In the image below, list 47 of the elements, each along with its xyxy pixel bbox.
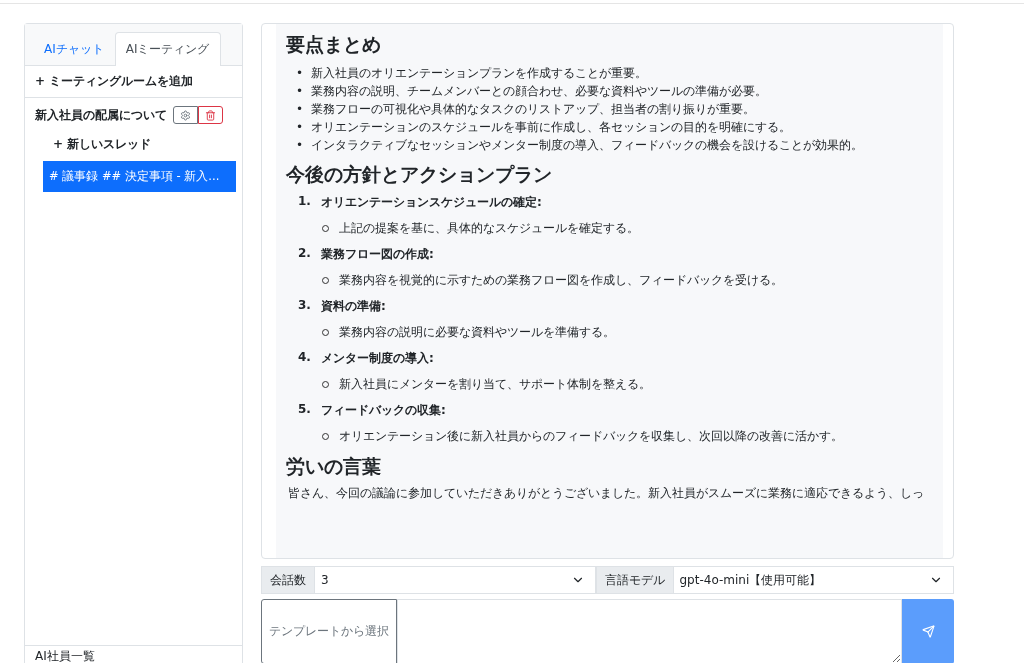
model-label: 言語モデル [595,566,674,594]
section-heading: 労いの言葉 [286,454,382,479]
sidebar-tab[interactable]: AIミーティング [114,32,221,66]
send-icon [921,625,935,638]
room-name[interactable]: 新入社員の配属について [35,106,167,124]
new-thread-link[interactable]: + 新しいスレッド [25,130,242,159]
bullet-icon: • [296,82,304,100]
list-number: 4. [298,350,311,366]
action-title: 業務フロー図の作成: [320,246,434,263]
list-number: 1. [298,194,311,210]
settings-button[interactable] [173,106,198,124]
bullet-item: オリエンテーションのスケジュールを事前に作成し、各セッションの目的を明確にする。 [311,119,792,136]
bullet-icon: • [296,100,304,118]
turns-select[interactable]: 3 [315,566,596,594]
action-title: メンター制度の導入: [320,350,434,367]
action-title: オリエンテーションスケジュールの確定: [320,194,542,211]
settings-icon [180,109,191,121]
action-title: 資料の準備: [320,298,386,315]
section-heading: 今後の方針とアクションプラン [286,162,553,187]
bullet-item: インタラクティブなセッションやメンター制度の導入、フィードバックの機会を設けることが効果的。 [311,137,864,154]
turns-label: 会話数 [261,566,315,594]
action-detail: 新入社員にメンターを割り当て、サポート体制を整える。 [339,376,651,393]
action-detail: オリエンテーション後に新入社員からのフィードバックを収集し、次回以降の改善に活かす。 [339,428,843,445]
message-input[interactable] [397,599,902,663]
bullet-icon: • [296,118,304,136]
closing-paragraph: 皆さん、今回の議論に参加していただきありがとうございました。新入社員がスムーズに業務に適応できるよう、しっ [287,486,925,501]
employee-list-heading[interactable]: AI社員一覧 [25,645,242,663]
action-detail: 業務内容を視覚的に示すための業務フロー図を作成し、フィードバックを受ける。 [339,272,783,289]
list-number: 3. [298,298,311,314]
section-heading: 要点まとめ [286,32,382,57]
bullet-item: 新入社員のオリエンテーションプランを作成することが重要。 [311,65,648,82]
thread-item[interactable]: # 議事録 ## 決定事項 - 新入... [43,161,236,192]
bullet-icon: • [296,64,304,82]
bullet-item: 業務フローの可視化や具体的なタスクのリストアップ、担当者の割り振りが重要。 [311,101,756,118]
list-number: 2. [298,246,311,262]
bullet-item: 業務内容の説明、チームメンバーとの顔合わせ、必要な資料やツールの準備が必要。 [311,83,768,100]
sidebar-tab[interactable]: AIチャット [33,32,115,66]
template-button[interactable]: テンプレートから選択 [261,599,397,663]
action-title: フィードバックの収集: [320,402,446,419]
trash-icon [205,109,216,121]
delete-button[interactable] [198,106,223,124]
list-number: 5. [298,402,311,418]
model-select[interactable]: gpt-4o-mini【使用可能】 [673,566,954,594]
action-detail: 業務内容の説明に必要な資料やツールを準備する。 [339,324,615,341]
add-room-link[interactable]: + ミーティングルームを追加 [25,66,242,98]
action-detail: 上記の提案を基に、具体的なスケジュールを確定する。 [339,220,639,237]
bullet-icon: • [296,136,304,154]
